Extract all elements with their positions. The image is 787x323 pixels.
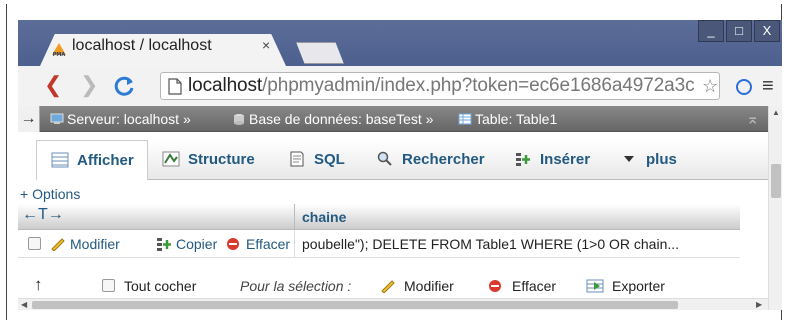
check-all-checkbox[interactable] bbox=[102, 279, 115, 292]
column-divider bbox=[294, 204, 295, 230]
breadcrumb: → Serveur: localhost » Base de données: … bbox=[18, 106, 768, 132]
forward-icon[interactable]: ❯ bbox=[80, 74, 98, 96]
url-text[interactable]: localhost/phpmyadmin/index.php?token=ec6… bbox=[188, 75, 696, 97]
row-divider bbox=[294, 230, 295, 258]
bulk-actions: ↑ Tout cocher Pour la sélection : Modifi… bbox=[18, 274, 740, 298]
minimize-button[interactable]: _ bbox=[698, 20, 724, 42]
table-row: Modifier Copier Effacer poubelle"); DELE… bbox=[18, 230, 740, 258]
tab-sql[interactable]: SQL bbox=[288, 140, 345, 180]
vertical-scroll-thumb[interactable] bbox=[771, 164, 781, 198]
menu-icon[interactable]: ≡ bbox=[762, 75, 774, 98]
url-path: /phpmyadmin/index.php?token=ec6e1686a497… bbox=[262, 75, 695, 96]
search-icon bbox=[377, 151, 392, 166]
chevron-down-icon bbox=[624, 156, 634, 162]
sort-arrows[interactable]: ←T→ bbox=[22, 206, 64, 224]
copy-icon bbox=[157, 238, 171, 251]
tab-close-icon[interactable]: × bbox=[262, 37, 270, 53]
bulk-export-button[interactable]: Exporter bbox=[586, 278, 665, 294]
bulk-edit-button[interactable]: Modifier bbox=[380, 278, 454, 294]
extension-icon[interactable] bbox=[736, 79, 752, 95]
database-icon bbox=[234, 114, 244, 125]
scroll-right-icon[interactable]: ▶ bbox=[756, 300, 762, 309]
row-delete-link[interactable]: Effacer bbox=[226, 236, 290, 252]
browser-titlebar: PMA localhost / localhost × _ □ X bbox=[18, 20, 782, 66]
column-header-chaine[interactable]: chaine bbox=[302, 209, 346, 225]
cell-chaine[interactable]: poubelle"); DELETE FROM Table1 WHERE (1>… bbox=[302, 236, 740, 252]
collapse-icon[interactable]: ⌅ bbox=[746, 109, 759, 129]
sql-icon bbox=[290, 151, 304, 167]
breadcrumb-database[interactable]: Base de données: baseTest » bbox=[232, 111, 433, 127]
browser-window: PMA localhost / localhost × _ □ X ❮ ❯ lo… bbox=[18, 20, 782, 310]
bookmark-star-icon[interactable]: ☆ bbox=[702, 76, 718, 97]
table-browse-icon bbox=[51, 152, 69, 168]
pencil-icon bbox=[381, 280, 395, 294]
phpmyadmin-favicon-icon: PMA bbox=[52, 43, 66, 57]
tab-rechercher[interactable]: Rechercher bbox=[376, 140, 485, 180]
row-checkbox[interactable] bbox=[28, 237, 41, 250]
check-all-label[interactable]: Tout cocher bbox=[124, 278, 196, 294]
pencil-icon bbox=[51, 238, 65, 252]
tab-structure[interactable]: Structure bbox=[162, 140, 255, 180]
back-icon[interactable]: ❮ bbox=[44, 74, 62, 96]
tab-inserer[interactable]: Insérer bbox=[514, 140, 590, 180]
tab-plus[interactable]: plus bbox=[620, 140, 677, 180]
vertical-scrollbar[interactable]: ▲ bbox=[768, 106, 782, 310]
tab-afficher[interactable]: Afficher bbox=[36, 140, 148, 180]
insert-icon bbox=[516, 153, 530, 166]
page-icon bbox=[168, 78, 182, 95]
new-tab-button[interactable] bbox=[296, 42, 344, 64]
options-link[interactable]: + Options bbox=[20, 186, 80, 202]
tab-title-fade bbox=[218, 36, 258, 58]
row-copy-link[interactable]: Copier bbox=[156, 236, 217, 252]
bulk-delete-button[interactable]: Effacer bbox=[488, 278, 556, 294]
scroll-left-icon[interactable]: ◀ bbox=[21, 300, 27, 309]
table-tabs: Afficher Structure SQL Rechercher Insére… bbox=[36, 140, 768, 180]
breadcrumb-toggle[interactable]: → bbox=[18, 106, 40, 132]
page-content: → Serveur: localhost » Base de données: … bbox=[18, 106, 782, 310]
row-edit-link[interactable]: Modifier bbox=[50, 236, 120, 252]
table-icon bbox=[458, 113, 472, 125]
maximize-button[interactable]: □ bbox=[726, 20, 752, 42]
server-icon bbox=[50, 113, 64, 124]
scroll-up-icon[interactable]: ▲ bbox=[772, 108, 780, 117]
results-header: ←T→ chaine bbox=[18, 204, 740, 230]
export-icon bbox=[586, 279, 604, 293]
close-window-button[interactable]: X bbox=[754, 20, 780, 42]
browser-toolbar: ❮ ❯ localhost/phpmyadmin/index.php?token… bbox=[18, 66, 782, 106]
structure-icon bbox=[162, 151, 180, 167]
horizontal-scrollbar[interactable]: ◀ ▶ bbox=[18, 298, 768, 310]
breadcrumb-table[interactable]: Table: Table1 bbox=[458, 111, 557, 127]
horizontal-scroll-thumb[interactable] bbox=[32, 301, 678, 309]
arrow-up-icon: ↑ bbox=[34, 275, 43, 294]
breadcrumb-server[interactable]: Serveur: localhost » bbox=[50, 111, 191, 127]
url-host: localhost bbox=[188, 75, 263, 96]
delete-icon bbox=[489, 280, 501, 292]
delete-icon bbox=[227, 238, 239, 250]
reload-icon[interactable] bbox=[114, 75, 136, 97]
svg-text:PMA: PMA bbox=[53, 52, 66, 57]
with-selected-label: Pour la sélection : bbox=[240, 278, 352, 294]
